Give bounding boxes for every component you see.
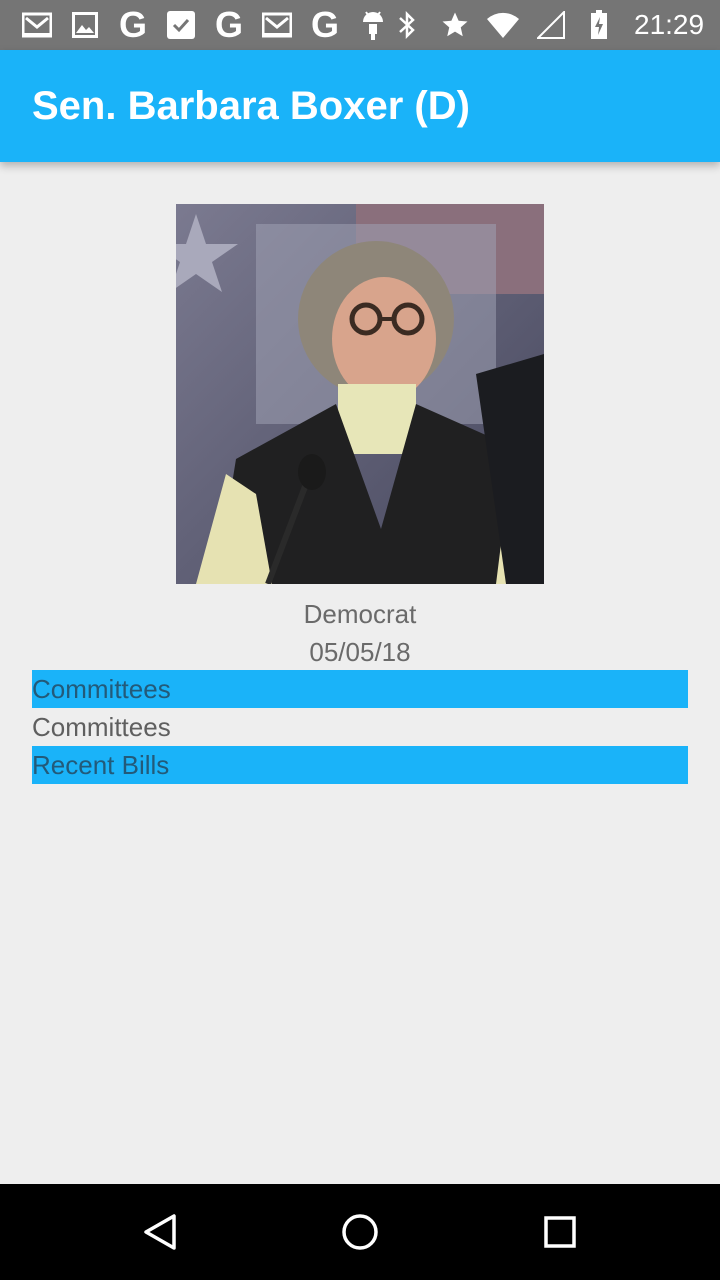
gmail-icon bbox=[20, 8, 54, 42]
home-icon[interactable] bbox=[336, 1208, 384, 1256]
gmail-icon bbox=[260, 8, 294, 42]
google-icon: G bbox=[118, 4, 147, 45]
senator-photo bbox=[154, 204, 544, 586]
tasks-icon bbox=[164, 8, 198, 42]
committees-header[interactable]: Committees bbox=[32, 670, 688, 708]
date-label: 05/05/18 bbox=[309, 637, 411, 667]
app-bar: Sen. Barbara Boxer (D) bbox=[0, 50, 720, 162]
google-icon: G bbox=[310, 4, 339, 45]
wifi-icon bbox=[486, 8, 520, 42]
star-icon bbox=[438, 8, 472, 42]
committees-list-item[interactable]: Committees bbox=[32, 708, 688, 746]
notification-icons: G G G bbox=[0, 0, 390, 50]
navigation-bar bbox=[0, 1184, 720, 1280]
recent-bills-header[interactable]: Recent Bills bbox=[32, 746, 688, 784]
party-label: Democrat bbox=[303, 599, 417, 629]
battery-icon bbox=[582, 8, 616, 42]
signal-icon bbox=[534, 8, 568, 42]
recents-icon[interactable] bbox=[536, 1208, 584, 1256]
back-icon[interactable] bbox=[136, 1208, 184, 1256]
image-icon bbox=[68, 8, 102, 42]
page-title: Sen. Barbara Boxer (D) bbox=[32, 83, 470, 128]
android-icon bbox=[356, 8, 390, 42]
clock: 21:29 bbox=[634, 9, 705, 40]
bluetooth-icon bbox=[390, 8, 424, 42]
status-bar: G G G 21:29 bbox=[0, 0, 720, 50]
google-icon: G bbox=[214, 4, 243, 45]
system-icons: 21:29 bbox=[390, 0, 720, 50]
